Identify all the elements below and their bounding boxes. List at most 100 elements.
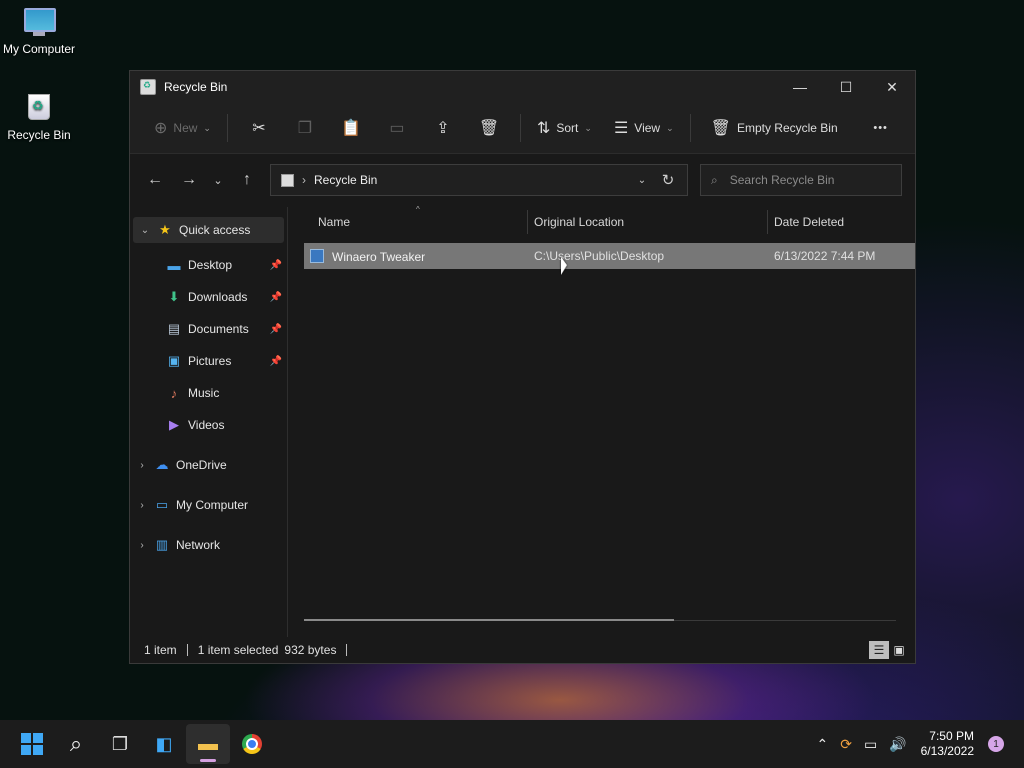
delete-button[interactable]: 🗑 <box>466 112 512 144</box>
paste-button[interactable]: 📋 <box>328 112 374 144</box>
desktop-icon: ▬ <box>167 257 181 273</box>
refresh-icon[interactable]: ↻ <box>655 171 681 189</box>
notification-badge[interactable]: 1 <box>988 736 1004 752</box>
cloud-icon: ☁ <box>155 457 169 472</box>
divider <box>186 644 188 656</box>
trash-icon: 🗑 <box>710 120 731 137</box>
nav-label: Documents <box>188 322 249 336</box>
large-icons-view-button[interactable]: ▣ <box>889 641 909 659</box>
taskbar-file-explorer[interactable]: ▬ <box>186 724 230 764</box>
selection-count: 1 item selected <box>197 643 279 657</box>
chevron-right-icon[interactable]: › <box>130 460 154 471</box>
nav-label: Music <box>188 386 220 400</box>
pin-icon: 📌 <box>269 291 282 303</box>
network-icon: ▥ <box>155 537 169 552</box>
task-view-button[interactable]: ❐ <box>98 724 142 764</box>
nav-label: Quick access <box>179 223 251 237</box>
address-dropdown-icon[interactable]: ⌄ <box>629 175 655 186</box>
clock-date: 6/13/2022 <box>920 744 974 758</box>
more-options-button[interactable]: ••• <box>858 112 904 144</box>
address-bar[interactable]: › Recycle Bin ⌄ ↻ <box>270 164 688 196</box>
rename-button[interactable]: ▭ <box>374 112 420 144</box>
volume-icon[interactable]: 🔊 <box>889 736 906 753</box>
nav-pictures[interactable]: ▣ Pictures 📌 <box>130 345 288 377</box>
update-icon[interactable]: ⟳ <box>840 736 852 753</box>
pictures-icon: ▣ <box>167 353 181 368</box>
chevron-down-icon[interactable]: ⌄ <box>133 225 157 236</box>
title-bar[interactable]: Recycle Bin — ☐ ✕ <box>130 71 915 103</box>
plus-circle-icon: ⊕ <box>154 120 168 137</box>
chevron-right-icon[interactable]: › <box>130 500 154 511</box>
back-button[interactable]: ← <box>138 164 172 196</box>
recycle-bin-icon <box>24 94 54 124</box>
nav-label: Network <box>176 538 221 552</box>
column-header-name[interactable]: Name <box>288 210 528 234</box>
pin-icon: 📌 <box>269 259 282 271</box>
main-area: ⌄ ★ Quick access ▬ Desktop 📌 ⬇ Downloads… <box>130 205 915 637</box>
recent-locations-button[interactable]: ⌄ <box>206 164 230 196</box>
breadcrumb-recycle-bin[interactable]: Recycle Bin <box>314 173 377 187</box>
nav-quick-access[interactable]: ⌄ ★ Quick access <box>133 217 284 243</box>
desktop-icon-recycle-bin[interactable]: Recycle Bin <box>0 94 79 142</box>
taskbar-search-button[interactable]: ⌕ <box>54 724 98 764</box>
horizontal-scrollbar[interactable] <box>304 619 674 621</box>
start-button[interactable] <box>10 724 54 764</box>
view-switcher: ☰ ▣ <box>869 641 909 659</box>
list-view-icon: ☰ <box>613 120 629 137</box>
clock[interactable]: 7:50 PM 6/13/2022 <box>921 729 974 759</box>
nav-network[interactable]: › ▥ Network <box>130 529 288 561</box>
empty-recycle-bin-label: Empty Recycle Bin <box>736 121 838 135</box>
chevron-down-icon: ⌄ <box>203 122 211 133</box>
sort-arrows-icon: ⇅ <box>536 120 551 137</box>
show-hidden-icons-icon[interactable]: ⌃ <box>816 736 828 753</box>
nav-videos[interactable]: ▶ Videos <box>130 409 288 441</box>
downloads-icon: ⬇ <box>168 289 180 304</box>
nav-music[interactable]: ♪ Music <box>130 377 288 409</box>
widgets-button[interactable]: ◧ <box>142 724 186 764</box>
forward-button[interactable]: → <box>172 164 206 196</box>
search-box[interactable]: ⌕ <box>700 164 902 196</box>
nav-downloads[interactable]: ⬇ Downloads 📌 <box>130 281 288 313</box>
column-header-date-deleted[interactable]: Date Deleted <box>768 210 908 234</box>
sort-button[interactable]: ⇅ Sort ⌄ <box>529 112 600 144</box>
details-view-button[interactable]: ☰ <box>869 641 889 659</box>
taskbar-chrome[interactable] <box>230 724 274 764</box>
breadcrumb-chevron-icon: › <box>302 173 306 187</box>
minimize-button[interactable]: — <box>777 71 823 103</box>
taskbar: ⌕ ❐ ◧ ▬ ⌃ ⟳ ▭ 🔊 7:50 PM 6/13/2022 1 <box>0 720 1024 768</box>
app-shortcut-icon <box>310 248 324 263</box>
view-button[interactable]: ☰ View ⌄ <box>606 112 682 144</box>
computer-icon <box>24 8 56 38</box>
network-status-icon[interactable]: ▭ <box>864 736 877 753</box>
copy-button[interactable]: ❐ <box>282 112 328 144</box>
nav-desktop[interactable]: ▬ Desktop 📌 <box>130 249 288 281</box>
search-input[interactable] <box>727 172 882 188</box>
new-button[interactable]: ⊕ New ⌄ <box>146 112 219 144</box>
nav-documents[interactable]: ▤ Documents 📌 <box>130 313 288 345</box>
window-title: Recycle Bin <box>164 80 228 94</box>
share-icon: ⇪ <box>436 120 450 137</box>
copy-icon: ❐ <box>297 120 313 137</box>
nav-my-computer[interactable]: › ▭ My Computer <box>130 489 288 521</box>
close-button[interactable]: ✕ <box>869 71 915 103</box>
star-icon: ★ <box>159 222 171 237</box>
empty-recycle-bin-button[interactable]: 🗑 Empty Recycle Bin <box>703 112 846 144</box>
chevron-right-icon[interactable]: › <box>130 540 154 551</box>
recycle-bin-icon <box>140 79 156 95</box>
desktop-icon-label: My Computer <box>2 42 76 56</box>
desktop-icon-my-computer[interactable]: My Computer <box>0 8 79 56</box>
search-icon: ⌕ <box>69 731 83 756</box>
share-button[interactable]: ⇪ <box>420 112 466 144</box>
cut-button[interactable]: ✂ <box>236 112 282 144</box>
nav-onedrive[interactable]: › ☁ OneDrive <box>130 449 288 481</box>
file-deleted-cell: 6/13/2022 7:44 PM <box>774 249 876 263</box>
maximize-button[interactable]: ☐ <box>823 71 869 103</box>
explorer-window: Recycle Bin — ☐ ✕ ⊕ New ⌄ ✂ ❐ 📋 ▭ ⇪ 🗑 ⇅ … <box>129 70 916 664</box>
sort-label: Sort <box>556 121 579 135</box>
navigation-pane: ⌄ ★ Quick access ▬ Desktop 📌 ⬇ Downloads… <box>130 207 288 637</box>
up-button[interactable]: ↑ <box>230 164 264 196</box>
chevron-down-icon: ⌄ <box>666 122 674 133</box>
widgets-icon: ◧ <box>155 733 173 754</box>
column-header-original-location[interactable]: Original Location <box>528 210 768 234</box>
file-row[interactable]: Winaero Tweaker C:\Users\Public\Desktop … <box>304 243 915 269</box>
